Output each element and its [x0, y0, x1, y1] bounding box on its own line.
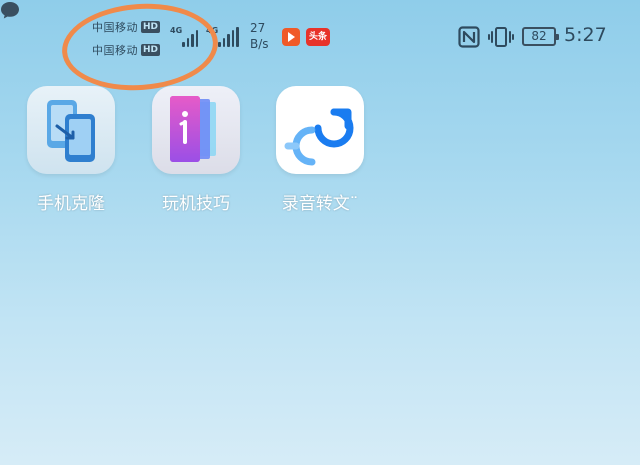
status-clock: 5:27	[564, 24, 607, 46]
app-label-phone-clone: 手机克隆	[37, 194, 105, 214]
network-speed-value: 27	[250, 21, 266, 35]
app-phone-clone[interactable]: 手机克隆	[16, 86, 126, 214]
hd-badge-sim2: HD	[141, 44, 161, 56]
signal-strength-sim2-icon	[218, 27, 239, 47]
status-bar: 中国移动 HD 中国移动 HD 4G 4G 27 B/s 头条 82 5:27	[0, 0, 640, 96]
app-tips[interactable]: 玩机技巧	[141, 86, 251, 214]
app-recorder[interactable]: 录音转文¨	[265, 86, 375, 214]
carrier-name-sim1: 中国移动	[92, 21, 138, 34]
network-speed: 27 B/s	[250, 20, 269, 52]
hd-badge-sim1: HD	[141, 21, 161, 33]
app-label-recorder: 录音转文¨	[281, 194, 359, 214]
network-type-sim2: 4G	[206, 26, 219, 35]
battery-icon: 82	[522, 27, 559, 46]
toutiao-app-icon: 头条	[306, 28, 330, 46]
network-type-sim1: 4G	[170, 26, 183, 35]
signal-strength-sim1-icon	[182, 27, 198, 47]
recorder-icon[interactable]	[276, 86, 364, 174]
network-speed-unit: B/s	[250, 37, 269, 51]
nfc-icon	[458, 26, 480, 48]
carrier-line-sim1: 中国移动 HD	[92, 18, 161, 36]
carrier-name-sim2: 中国移动	[92, 44, 138, 57]
battery-level: 82	[531, 29, 547, 43]
carrier-block: 中国移动 HD 中国移动 HD	[92, 18, 161, 64]
app-label-tips: 玩机技巧	[162, 194, 230, 214]
vibrate-icon	[488, 27, 514, 47]
video-app-icon	[282, 28, 300, 46]
carrier-line-sim2: 中国移动 HD	[92, 41, 161, 59]
tips-icon[interactable]	[152, 86, 240, 174]
phone-clone-icon[interactable]	[27, 86, 115, 174]
chat-bubble-icon	[1, 2, 19, 19]
